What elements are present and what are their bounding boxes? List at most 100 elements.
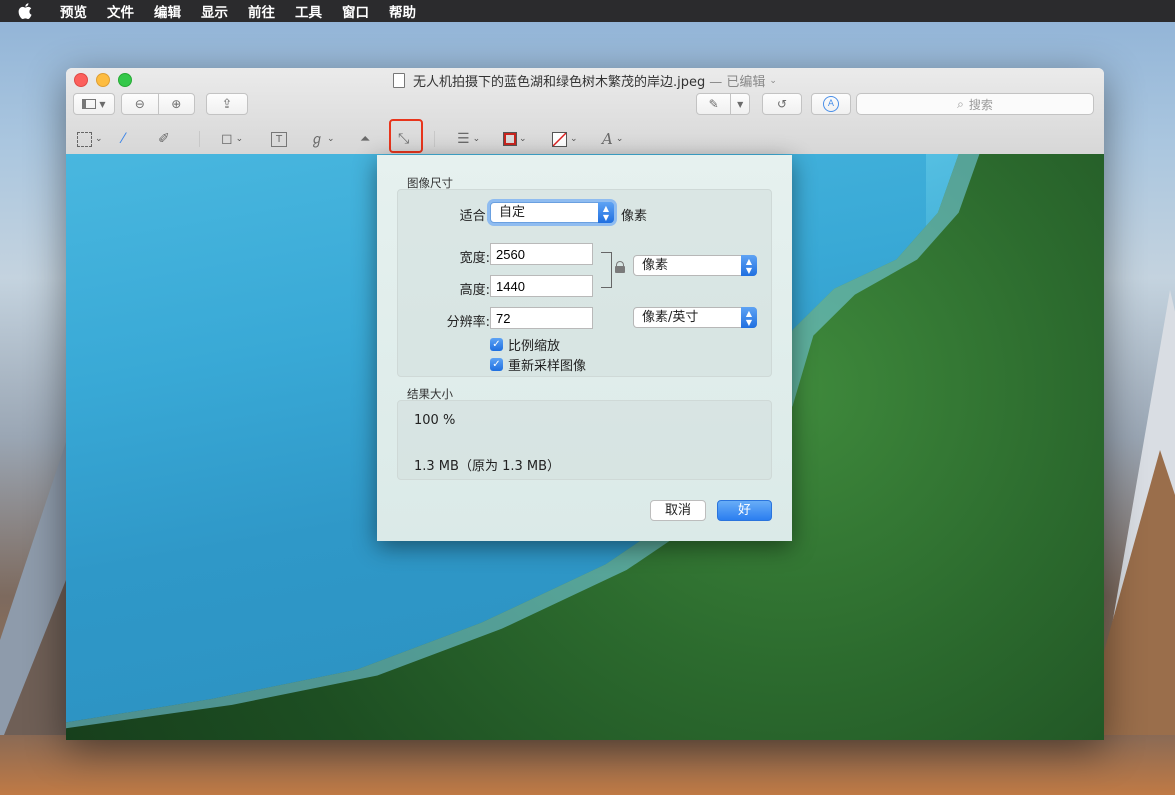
text-style-tool[interactable]: A ⌄	[602, 127, 623, 151]
scale-proportionally-label: 比例缩放	[508, 335, 560, 354]
popup-arrows-icon: ▲▼	[741, 307, 757, 328]
popup-arrows-icon: ▲▼	[598, 202, 614, 223]
fit-label: 适合:	[418, 205, 490, 224]
window-title-text: 无人机拍摄下的蓝色湖和绿色树木繁茂的岸边.jpeg	[413, 71, 705, 90]
sketch-tool[interactable]: ✐	[158, 127, 170, 151]
result-size-value: 1.3 MB（原为 1.3 MB）	[414, 455, 560, 474]
resample-image-label: 重新采样图像	[508, 355, 586, 374]
menu-file[interactable]: 文件	[97, 1, 144, 21]
chevron-down-icon: ⌄	[616, 134, 624, 144]
adjust-size-sheet: 图像尺寸 适合: 自定 ▲▼ 像素 宽度: 高度: 像素 ▲▼ 分辨率: 像素/…	[377, 155, 792, 541]
search-input[interactable]: ⌕ 搜索	[856, 93, 1094, 115]
title-bar: 无人机拍摄下的蓝色湖和绿色树木繁茂的岸边.jpeg — 已编辑 ⌄ ▼ ⊖ ⊕ …	[66, 68, 1104, 155]
share-button[interactable]: ⇪	[206, 93, 248, 115]
text-tool[interactable]: T	[271, 127, 287, 151]
fit-value: 自定	[499, 205, 525, 220]
text-box-icon: T	[271, 132, 287, 147]
ok-button[interactable]: 好	[717, 500, 772, 521]
resolution-field[interactable]	[490, 307, 593, 329]
window-title: 无人机拍摄下的蓝色湖和绿色树木繁茂的岸边.jpeg — 已编辑 ⌄	[66, 71, 1104, 90]
chevron-down-icon: ⌄	[519, 134, 527, 144]
result-size-group: 100 % 1.3 MB（原为 1.3 MB）	[397, 400, 772, 480]
chevron-down-icon: ⌄	[327, 134, 335, 144]
rect-selection-icon	[77, 132, 92, 147]
signature-icon: ℊ	[310, 129, 324, 149]
adjust-color-tool[interactable]: ⏶	[360, 127, 370, 151]
menu-tools[interactable]: 工具	[285, 1, 332, 21]
image-size-group: 适合: 自定 ▲▼ 像素 宽度: 高度: 像素 ▲▼ 分辨率: 像素/英寸 ▲▼…	[397, 189, 772, 377]
popup-arrows-icon: ▲▼	[741, 255, 757, 276]
document-icon	[393, 73, 405, 88]
markup-icon: A	[823, 96, 839, 112]
fill-color-tool[interactable]: ⌄	[552, 127, 578, 151]
fill-color-icon	[552, 132, 567, 147]
chevron-down-icon[interactable]: ▼	[731, 100, 749, 109]
selection-tool[interactable]: ⌄	[77, 127, 103, 151]
chevron-down-icon: ⌄	[769, 76, 777, 86]
toolbar-divider	[434, 131, 435, 147]
adjust-size-highlight	[389, 119, 423, 153]
shapes-tool[interactable]: ◻ ⌄	[221, 127, 243, 151]
markup-toolbar-button[interactable]: A	[811, 93, 851, 115]
chevron-down-icon: ⌄	[570, 134, 578, 144]
cancel-button[interactable]: 取消	[650, 500, 706, 521]
size-unit-popup[interactable]: 像素 ▲▼	[633, 255, 757, 276]
toolbar-divider	[199, 131, 200, 147]
line-style-icon: ☰	[457, 131, 470, 147]
checkmark-icon: ✓	[490, 358, 503, 371]
menu-go[interactable]: 前往	[238, 1, 285, 21]
share-icon: ⇪	[222, 97, 233, 112]
chevron-down-icon: ⌄	[236, 134, 244, 144]
height-field[interactable]	[490, 275, 593, 297]
zoom-out-icon[interactable]: ⊖	[122, 97, 158, 111]
border-color-icon	[504, 133, 516, 145]
chevron-down-icon: ⌄	[95, 134, 103, 144]
lock-icon[interactable]	[615, 261, 625, 273]
menu-edit[interactable]: 编辑	[144, 1, 191, 21]
rotate-icon: ↺	[777, 97, 787, 111]
magic-wand-icon: ⁄	[122, 131, 124, 147]
scale-proportionally-checkbox[interactable]: ✓ 比例缩放	[490, 335, 560, 354]
menu-help[interactable]: 帮助	[379, 1, 426, 21]
highlighter-icon[interactable]: ✎	[697, 97, 730, 111]
menu-view[interactable]: 显示	[191, 1, 238, 21]
highlight-segment: ✎ ▼	[696, 93, 750, 115]
desert-ground	[0, 735, 1175, 795]
sidebar-view-button[interactable]: ▼	[73, 93, 115, 115]
zoom-segment: ⊖ ⊕	[121, 93, 195, 115]
search-icon: ⌕	[957, 97, 964, 112]
width-field[interactable]	[490, 243, 593, 265]
menu-preview[interactable]: 预览	[50, 1, 97, 21]
line-style-tool[interactable]: ☰ ⌄	[457, 127, 480, 151]
search-placeholder: 搜索	[969, 96, 993, 113]
menu-window[interactable]: 窗口	[332, 1, 379, 21]
height-label: 高度:	[418, 279, 490, 298]
apple-icon[interactable]	[0, 3, 50, 19]
rotate-button[interactable]: ↺	[762, 93, 802, 115]
chevron-down-icon: ⌄	[473, 134, 481, 144]
sketch-icon: ✐	[158, 131, 170, 147]
chevron-down-icon: ▼	[99, 100, 105, 109]
instant-alpha-tool[interactable]: ⁄	[122, 127, 124, 151]
fit-unit-label: 像素	[621, 205, 647, 224]
adjust-color-icon: ⏶	[360, 132, 370, 147]
checkmark-icon: ✓	[490, 338, 503, 351]
zoom-in-icon[interactable]: ⊕	[158, 97, 194, 111]
link-bracket	[601, 252, 612, 288]
fit-popup[interactable]: 自定 ▲▼	[490, 202, 614, 223]
resolution-label: 分辨率:	[418, 311, 490, 330]
markup-toolbar: ⌄ ⁄ ✐ ◻ ⌄ T ℊ ⌄ ⏶ ⤡	[66, 124, 1104, 154]
resample-image-checkbox[interactable]: ✓ 重新采样图像	[490, 355, 586, 374]
edited-indicator[interactable]: — 已编辑	[709, 71, 765, 90]
shapes-icon: ◻	[221, 131, 233, 147]
border-color-tool[interactable]: ⌄	[504, 127, 527, 151]
font-icon: A	[602, 130, 613, 148]
sidebar-icon	[82, 99, 96, 109]
resolution-unit-value: 像素/英寸	[642, 310, 698, 325]
size-unit-value: 像素	[642, 258, 668, 273]
resolution-unit-popup[interactable]: 像素/英寸 ▲▼	[633, 307, 757, 328]
menu-bar: 预览 文件 编辑 显示 前往 工具 窗口 帮助	[0, 0, 1175, 22]
width-label: 宽度:	[418, 247, 490, 266]
signature-tool[interactable]: ℊ ⌄	[310, 127, 335, 151]
result-percent: 100 %	[414, 413, 455, 428]
